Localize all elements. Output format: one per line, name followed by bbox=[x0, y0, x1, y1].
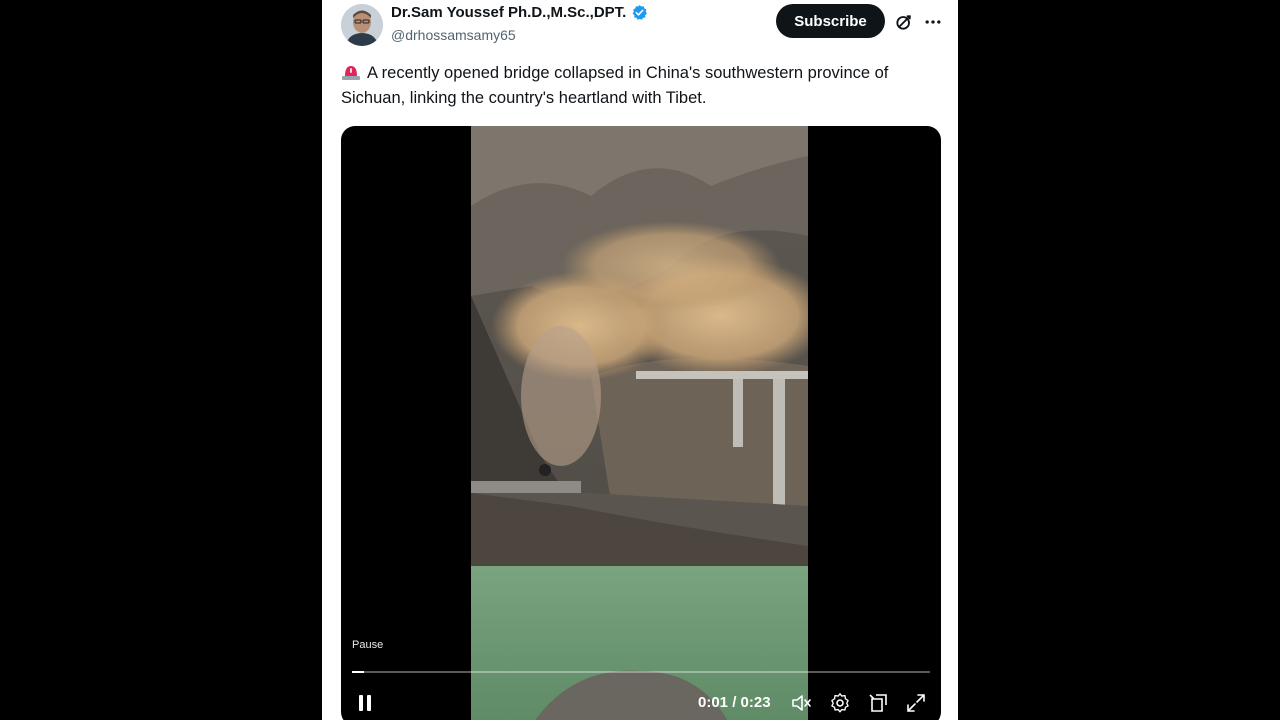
author-name[interactable]: Dr.Sam Youssef Ph.D.,M.Sc.,DPT. bbox=[391, 4, 626, 21]
grok-icon[interactable] bbox=[894, 12, 914, 32]
pause-tooltip: Pause bbox=[352, 639, 384, 651]
avatar-image bbox=[341, 4, 383, 46]
tweet-card: Dr.Sam Youssef Ph.D.,M.Sc.,DPT. @drhossa… bbox=[322, 0, 958, 720]
siren-emoji-icon bbox=[342, 66, 360, 80]
avatar[interactable] bbox=[341, 4, 383, 46]
video-progress-bar[interactable] bbox=[352, 671, 930, 673]
author-handle[interactable]: @drhossamsamy65 bbox=[391, 27, 516, 43]
verified-badge-icon bbox=[632, 5, 648, 20]
subscribe-button[interactable]: Subscribe bbox=[776, 4, 885, 38]
tweet-text-block: A recently opened bridge collapsed in Ch… bbox=[341, 61, 946, 111]
volume-icon[interactable] bbox=[790, 692, 812, 714]
pip-icon[interactable] bbox=[868, 692, 890, 714]
settings-icon[interactable] bbox=[829, 692, 851, 714]
video-player[interactable]: Pause 0:01 / 0:23 bbox=[341, 126, 941, 720]
video-frame bbox=[471, 126, 808, 720]
fullscreen-icon[interactable] bbox=[905, 692, 927, 714]
video-time: 0:01 / 0:23 bbox=[698, 694, 771, 711]
video-progress-fill bbox=[352, 671, 364, 673]
tweet-text: A recently opened bridge collapsed in Ch… bbox=[341, 64, 889, 107]
more-icon[interactable] bbox=[923, 12, 943, 32]
pause-icon[interactable] bbox=[355, 692, 377, 714]
author-name-row[interactable]: Dr.Sam Youssef Ph.D.,M.Sc.,DPT. bbox=[391, 4, 648, 21]
